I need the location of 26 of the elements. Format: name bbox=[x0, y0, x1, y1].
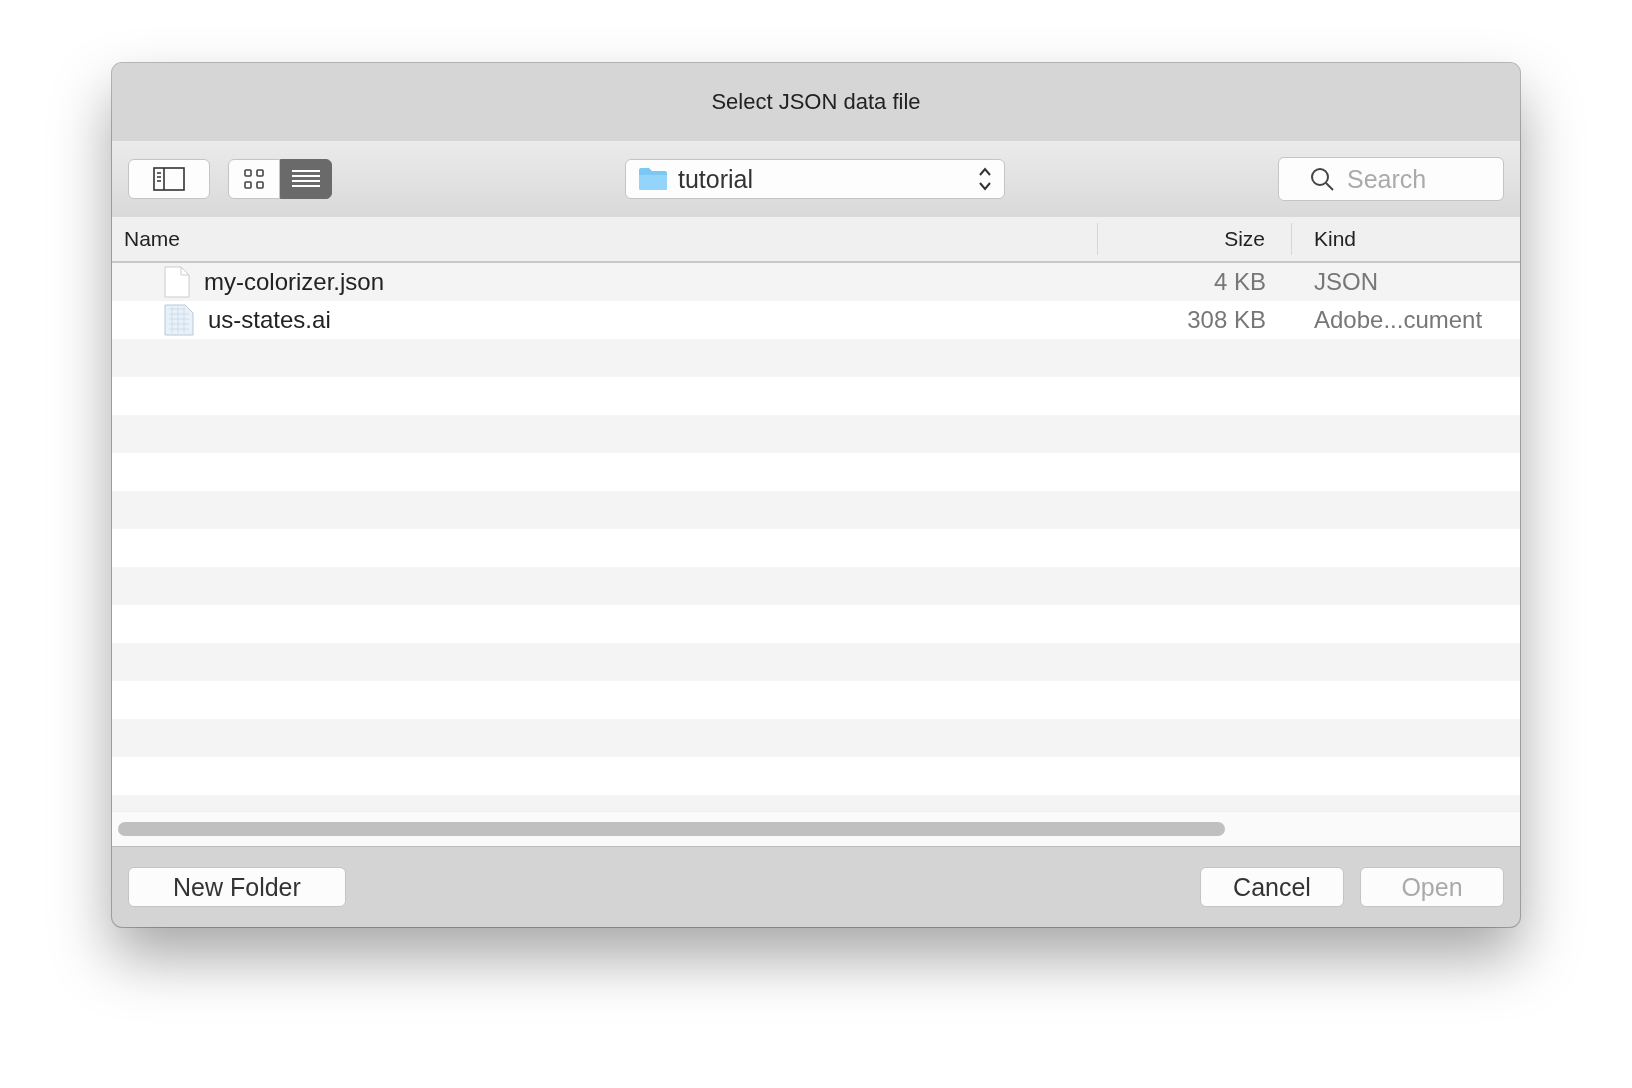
file-kind: JSON bbox=[1314, 268, 1378, 295]
dialog-button[interactable]: New Folder bbox=[128, 867, 346, 907]
list-icon bbox=[292, 169, 320, 189]
file-size: 4 KB bbox=[1213, 268, 1266, 295]
sidebar-toggle-button[interactable] bbox=[128, 159, 210, 199]
location-dropdown[interactable]: tutorial bbox=[625, 159, 1005, 199]
dialog-button[interactable]: Cancel bbox=[1200, 867, 1344, 907]
view-mode-button[interactable] bbox=[280, 159, 332, 199]
up-down-chevron-icon bbox=[978, 166, 992, 192]
window-title: Select JSON data file bbox=[112, 63, 1520, 141]
search-field[interactable]: Search bbox=[1278, 157, 1504, 201]
view-mode-button[interactable] bbox=[228, 159, 280, 199]
image-file-icon bbox=[164, 304, 194, 336]
file-kind: Adobe...cument bbox=[1314, 306, 1483, 333]
scrollbar-thumb[interactable] bbox=[118, 822, 1225, 836]
file-name[interactable]: my-colorizer.json bbox=[204, 268, 385, 296]
column-header[interactable]: Name bbox=[124, 227, 181, 251]
search-icon bbox=[1310, 167, 1334, 191]
column-header[interactable]: Kind bbox=[1314, 227, 1357, 251]
document-icon bbox=[164, 266, 190, 298]
column-header[interactable]: Size bbox=[1224, 227, 1265, 251]
folder-icon bbox=[638, 167, 668, 191]
sidebar-icon bbox=[153, 167, 185, 191]
file-size: 308 KB bbox=[1187, 306, 1266, 333]
grid-icon bbox=[244, 169, 264, 189]
file-name[interactable]: us-states.ai bbox=[208, 306, 331, 334]
